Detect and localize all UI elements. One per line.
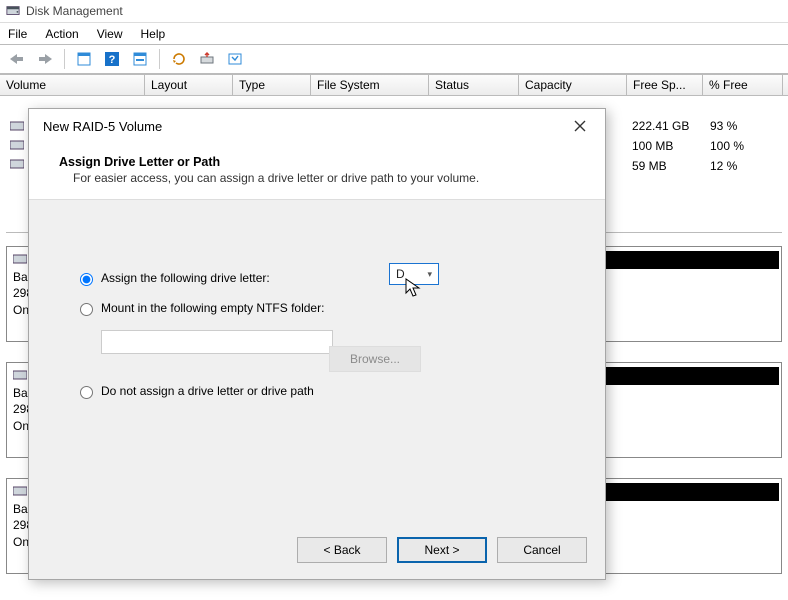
disk-label: On xyxy=(13,535,29,549)
option-mount-folder[interactable]: Mount in the following empty NTFS folder… xyxy=(75,300,579,316)
col-type[interactable]: Type xyxy=(233,75,311,95)
nav-forward-icon[interactable] xyxy=(32,47,58,71)
window-titlebar: Disk Management xyxy=(0,0,788,22)
option-assign-letter[interactable]: Assign the following drive letter: xyxy=(75,270,579,286)
col-pctfree[interactable]: % Free xyxy=(703,75,783,95)
volume-rows: 222.41 GB 93 % 100 MB 100 % 59 MB 12 % xyxy=(628,119,788,179)
menu-help[interactable]: Help xyxy=(141,27,166,41)
window-title: Disk Management xyxy=(26,4,123,18)
volume-row[interactable]: 59 MB 12 % xyxy=(628,159,788,179)
menu-file[interactable]: File xyxy=(8,27,27,41)
volume-icon xyxy=(10,120,28,132)
dialog-subheading: For easier access, you can assign a driv… xyxy=(59,171,575,185)
disk-icon xyxy=(13,485,27,497)
dialog-header: Assign Drive Letter or Path For easier a… xyxy=(29,143,605,200)
close-icon xyxy=(574,120,586,132)
toolbar: ? xyxy=(0,44,788,74)
cell-free: 59 MB xyxy=(628,159,706,179)
radio-mount[interactable] xyxy=(80,303,93,316)
close-button[interactable] xyxy=(565,114,595,138)
dialog-buttons: < Back Next > Cancel xyxy=(297,537,587,563)
chevron-down-icon: ▾ xyxy=(427,269,432,280)
wizard-dialog: New RAID-5 Volume Assign Drive Letter or… xyxy=(28,108,606,580)
menu-action[interactable]: Action xyxy=(45,27,78,41)
cell-pct: 100 % xyxy=(706,139,766,159)
toolbar-help-icon[interactable]: ? xyxy=(99,47,125,71)
volume-row[interactable]: 222.41 GB 93 % xyxy=(628,119,788,139)
drive-letter-select[interactable]: D ▾ xyxy=(389,263,439,285)
volume-row[interactable]: 100 MB 100 % xyxy=(628,139,788,159)
disk-label: On xyxy=(13,303,29,317)
app-icon xyxy=(6,4,20,18)
disk-icon xyxy=(13,253,27,265)
disk-label: On xyxy=(13,419,29,433)
dialog-titlebar: New RAID-5 Volume xyxy=(29,109,605,143)
menu-bar: File Action View Help xyxy=(0,22,788,44)
toolbar-view-icon[interactable] xyxy=(127,47,153,71)
toolbar-rescan-icon[interactable] xyxy=(194,47,220,71)
menu-view[interactable]: View xyxy=(97,27,123,41)
browse-button: Browse... xyxy=(329,346,421,372)
radio-assign[interactable] xyxy=(80,273,93,286)
col-capacity[interactable]: Capacity xyxy=(519,75,627,95)
col-free[interactable]: Free Sp... xyxy=(627,75,703,95)
cell-pct: 12 % xyxy=(706,159,766,179)
nav-back-icon[interactable] xyxy=(4,47,30,71)
option-label: Assign the following drive letter: xyxy=(101,271,270,285)
option-label: Mount in the following empty NTFS folder… xyxy=(101,301,324,315)
col-layout[interactable]: Layout xyxy=(145,75,233,95)
col-filesystem[interactable]: File System xyxy=(311,75,429,95)
mount-folder-input[interactable] xyxy=(101,330,333,354)
drive-letter-value: D xyxy=(396,267,405,281)
dialog-heading: Assign Drive Letter or Path xyxy=(59,155,575,169)
option-no-assign[interactable]: Do not assign a drive letter or drive pa… xyxy=(75,383,579,399)
option-label: Do not assign a drive letter or drive pa… xyxy=(101,384,314,398)
svg-text:?: ? xyxy=(109,54,116,66)
cancel-button[interactable]: Cancel xyxy=(497,537,587,563)
toolbar-properties-icon[interactable] xyxy=(71,47,97,71)
toolbar-refresh-icon[interactable] xyxy=(166,47,192,71)
volume-columns: Volume Layout Type File System Status Ca… xyxy=(0,74,788,96)
volume-icon xyxy=(10,158,28,170)
next-button[interactable]: Next > xyxy=(397,537,487,563)
col-volume[interactable]: Volume xyxy=(0,75,145,95)
cell-free: 222.41 GB xyxy=(628,119,706,139)
col-status[interactable]: Status xyxy=(429,75,519,95)
disk-icon xyxy=(13,369,27,381)
dialog-title: New RAID-5 Volume xyxy=(43,119,162,134)
cell-pct: 93 % xyxy=(706,119,766,139)
toolbar-settings-icon[interactable] xyxy=(222,47,248,71)
cell-free: 100 MB xyxy=(628,139,706,159)
volume-icon xyxy=(10,139,28,151)
radio-none[interactable] xyxy=(80,386,93,399)
back-button[interactable]: < Back xyxy=(297,537,387,563)
